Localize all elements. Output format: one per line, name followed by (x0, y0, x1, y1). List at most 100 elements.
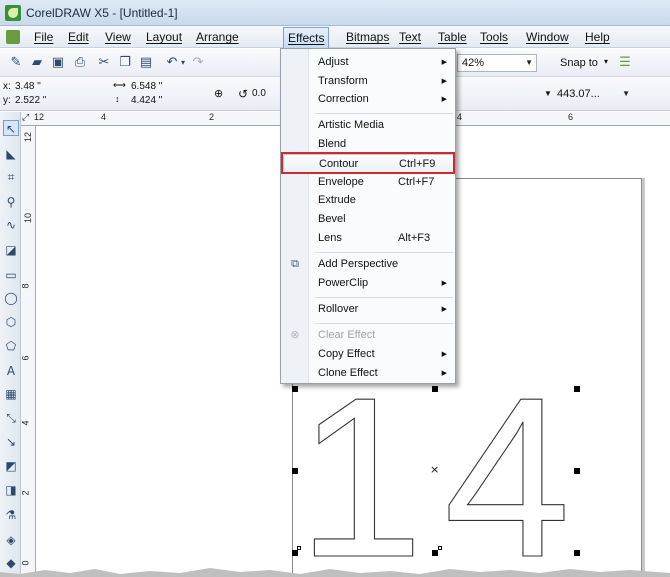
selection-handle[interactable] (292, 550, 298, 556)
ruler-label: 8 (20, 283, 31, 289)
submenu-arrow-icon: ▶ (441, 59, 447, 66)
selection-handle[interactable] (574, 468, 580, 474)
undo-dropdown-icon[interactable]: ▾ (178, 54, 188, 72)
table-tool-icon[interactable]: ▦ (3, 386, 19, 402)
y-position-field[interactable]: 2.522 " (15, 95, 46, 106)
eyedropper-tool-icon[interactable]: ⚗ (3, 507, 19, 523)
node-handle[interactable] (297, 546, 301, 550)
zoom-level-select[interactable]: 42% ▼ (457, 54, 537, 72)
ruler-label: 2 (209, 112, 215, 122)
menu-help[interactable]: Help (585, 30, 610, 44)
basic-shapes-icon[interactable]: ⬠ (3, 338, 19, 354)
submenu-arrow-icon: ▶ (441, 78, 447, 85)
menu-item-add-perspective[interactable]: Add Perspective (310, 255, 455, 274)
menu-item-artistic-media[interactable]: Artistic Media (310, 116, 455, 135)
dimension-tool-icon[interactable]: ⤡ (3, 410, 19, 426)
ruler-label: 12 (23, 131, 34, 143)
menu-edit[interactable]: Edit (68, 30, 89, 44)
artistic-text-14: 14 (305, 381, 591, 561)
menu-item-transform[interactable]: Transform ▶ (310, 72, 455, 91)
contour-highlight-box (281, 152, 455, 174)
copy-icon[interactable]: ❐ (116, 54, 134, 72)
paste-icon[interactable]: ▤ (137, 54, 155, 72)
width-field[interactable]: 6.548 " (131, 81, 162, 92)
submenu-arrow-icon: ▶ (441, 370, 447, 377)
menu-layout[interactable]: Layout (146, 30, 182, 44)
menu-item-clone-effect[interactable]: Clone Effect ▶ (310, 364, 455, 383)
outline-tool-icon[interactable]: ◈ (3, 532, 19, 548)
menu-item-copy-effect[interactable]: Copy Effect ▶ (310, 345, 455, 364)
print-icon[interactable]: ⎙ (71, 54, 89, 72)
ruler-label: 10 (23, 212, 34, 224)
submenu-arrow-icon: ▶ (441, 306, 447, 313)
menu-item-lens[interactable]: Lens Alt+F3 (310, 229, 455, 248)
ellipse-tool-icon[interactable]: ◯ (3, 290, 19, 306)
ruler-label: 4 (20, 420, 31, 426)
chevron-down-icon: ▼ (622, 89, 630, 98)
crop-tool-icon[interactable]: ⌗ (3, 169, 19, 185)
height-field[interactable]: 4.424 " (131, 95, 162, 106)
snap-to-button[interactable]: Snap to (560, 57, 598, 69)
menu-item-extrude[interactable]: Extrude (310, 191, 455, 210)
selection-handle[interactable] (432, 386, 438, 392)
selection-handle[interactable] (574, 386, 580, 392)
x-position-field[interactable]: 3.48 " (15, 81, 41, 92)
menu-item-correction[interactable]: Correction ▶ (310, 90, 455, 109)
menu-separator (315, 297, 453, 298)
menu-text[interactable]: Text (399, 30, 421, 44)
menu-view[interactable]: View (105, 30, 131, 44)
menu-tools[interactable]: Tools (480, 30, 508, 44)
rectangle-tool-icon[interactable]: ▭ (3, 267, 19, 283)
menu-item-clear-effect[interactable]: Clear Effect (310, 326, 455, 345)
coreldraw-app-icon (5, 5, 21, 21)
lock-ratio-icon[interactable]: ⊕ (214, 87, 223, 100)
cut-icon[interactable]: ✂ (95, 54, 113, 72)
title-bar: CorelDRAW X5 - [Untitled-1] (0, 0, 670, 26)
selection-handle[interactable] (574, 550, 580, 556)
menu-item-rollover[interactable]: Rollover ▶ (310, 300, 455, 319)
zoom-tool-icon[interactable]: ⚲ (3, 194, 19, 210)
save-icon[interactable]: ▣ (49, 54, 67, 72)
new-document-icon[interactable]: ✎ (7, 54, 25, 72)
selection-handle[interactable] (292, 468, 298, 474)
node-handle[interactable] (438, 546, 442, 550)
toolbox: ↖ ◣ ⌗ ⚲ ∿ ◪ ▭ ◯ ⬡ ⬠ A ▦ ⤡ ↘ ◩ ◨ ⚗ ◈ ◆ (0, 112, 21, 577)
text-object-14[interactable]: 14 (305, 381, 595, 561)
ruler-label: 4 (101, 112, 107, 122)
snap-dropdown-icon[interactable]: ▾ (604, 57, 608, 66)
menu-effects[interactable]: Effects (283, 27, 330, 48)
text-tool-icon[interactable]: A (3, 363, 19, 379)
clear-effect-icon: ⊗ (290, 328, 300, 341)
connector-tool-icon[interactable]: ↘ (3, 434, 19, 450)
pick-tool-icon[interactable]: ↖ (3, 120, 19, 136)
selection-handle[interactable] (292, 386, 298, 392)
menu-item-bevel[interactable]: Bevel (310, 210, 455, 229)
menu-table[interactable]: Table (438, 30, 467, 44)
selection-handle[interactable] (432, 550, 438, 556)
center-marker-icon[interactable]: × (430, 463, 439, 476)
freehand-tool-icon[interactable]: ∿ (3, 217, 19, 233)
menu-bar: File Edit View Layout Arrange Effects Bi… (0, 26, 670, 48)
menu-item-powerclip[interactable]: PowerClip ▶ (310, 274, 455, 293)
document-icon[interactable] (6, 30, 20, 44)
shape-tool-icon[interactable]: ◣ (3, 146, 19, 162)
open-folder-icon[interactable]: ▰ (28, 54, 46, 72)
menu-item-adjust[interactable]: Adjust ▶ (310, 53, 455, 72)
menu-file[interactable]: File (34, 30, 53, 44)
menu-arrange[interactable]: Arrange (196, 30, 239, 44)
menu-bitmaps[interactable]: Bitmaps (346, 30, 389, 44)
size-select[interactable]: 443.07... ▼ (553, 86, 633, 104)
rotation-field[interactable]: 0.0 (252, 88, 266, 99)
menu-item-envelope[interactable]: Envelope Ctrl+F7 (310, 173, 455, 192)
submenu-arrow-icon: ▶ (441, 96, 447, 103)
blend-tool-icon[interactable]: ◩ (3, 458, 19, 474)
smart-fill-icon[interactable]: ◪ (3, 242, 19, 258)
menu-separator (315, 113, 453, 114)
menu-window[interactable]: Window (526, 30, 569, 44)
options-icon[interactable]: ☰ (616, 54, 634, 72)
polygon-tool-icon[interactable]: ⬡ (3, 314, 19, 330)
transparency-tool-icon[interactable]: ◨ (3, 482, 19, 498)
chevron-down-icon[interactable]: ▼ (544, 89, 552, 98)
ruler-corner-icon[interactable]: ⤢ (22, 112, 29, 123)
redo-icon[interactable]: ↷ (189, 54, 207, 72)
